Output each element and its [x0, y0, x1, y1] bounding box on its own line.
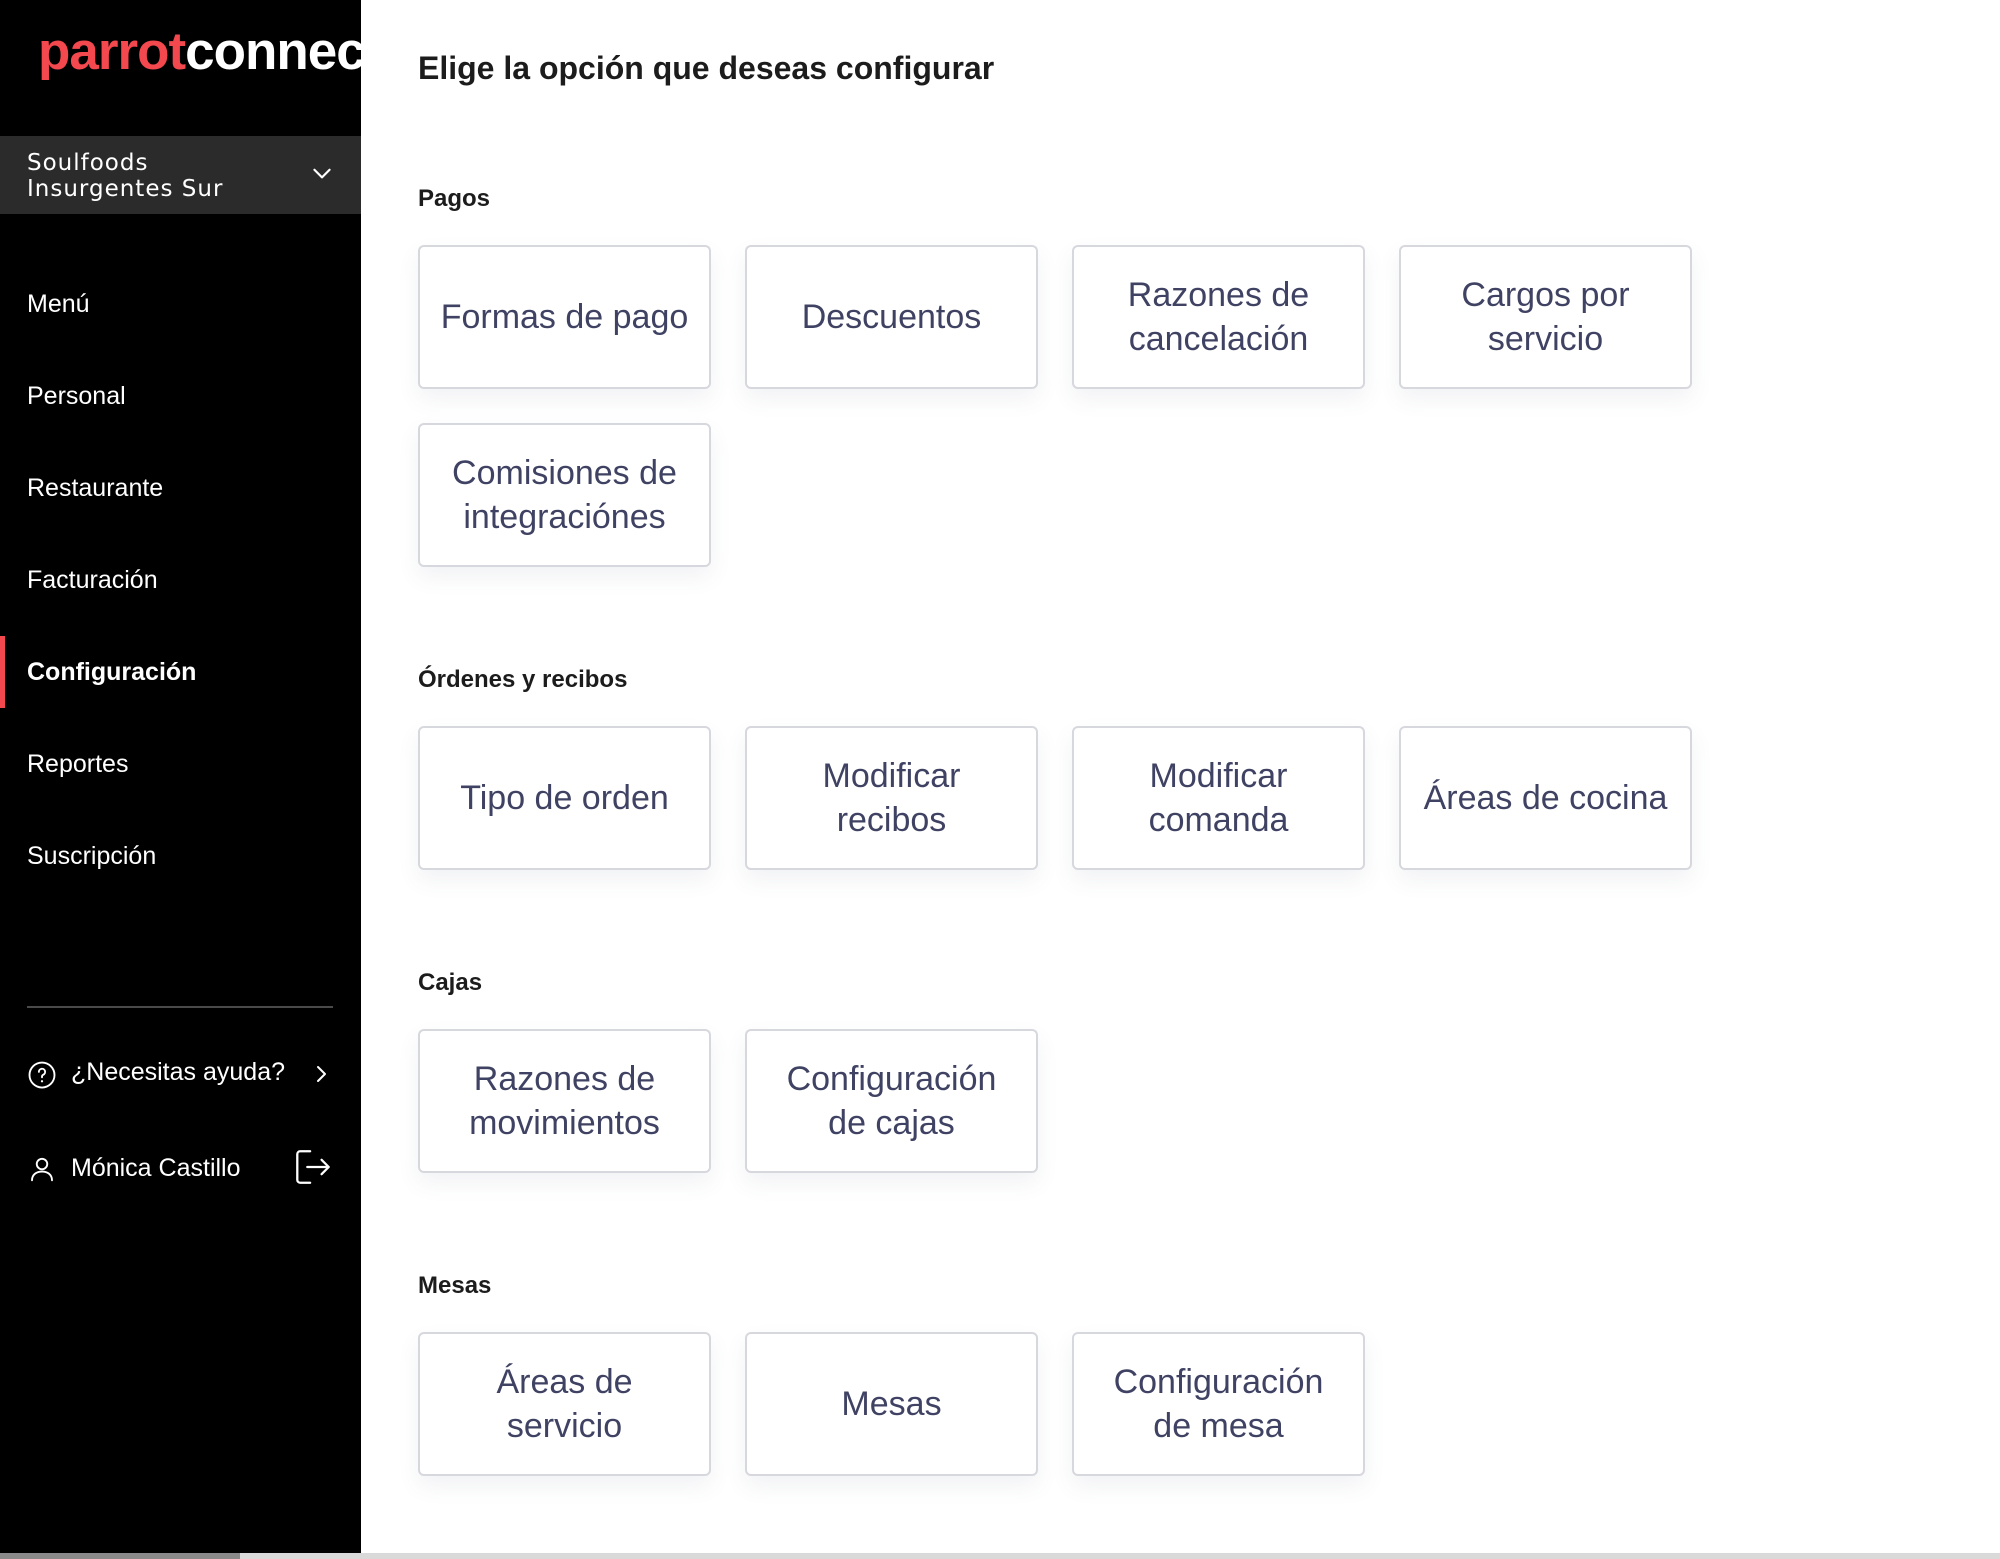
- sidebar-item-restaurante[interactable]: Restaurante: [0, 452, 361, 524]
- card-label: Configuración de cajas: [786, 1060, 997, 1142]
- card-configuracion-de-cajas[interactable]: Configuración de cajas: [745, 1029, 1038, 1173]
- card-label: Configuración de mesa: [1113, 1363, 1324, 1445]
- card-tipo-de-orden[interactable]: Tipo de orden: [418, 726, 711, 870]
- user-name: Mónica Castillo: [71, 1154, 241, 1182]
- user-icon: [31, 1157, 53, 1182]
- branch-name-line2: Insurgentes Sur: [27, 176, 224, 202]
- logout-icon[interactable]: [293, 1146, 333, 1188]
- help-link[interactable]: ¿Necesitas ayuda?: [27, 1054, 333, 1094]
- card-label: Tipo de orden: [460, 779, 669, 817]
- card-areas-de-servicio[interactable]: Áreas de servicio: [418, 1332, 711, 1476]
- chevron-down-icon: [313, 168, 331, 179]
- card-label: Cargos por servicio: [1461, 276, 1630, 358]
- sidebar-item-label: Personal: [27, 382, 126, 410]
- card-configuracion-de-mesa[interactable]: Configuración de mesa: [1072, 1332, 1365, 1476]
- section-title: Órdenes y recibos: [418, 666, 628, 693]
- chevron-right-icon: [317, 1066, 326, 1082]
- branch-name-line1: Soulfoods: [27, 150, 149, 176]
- card-label: Áreas de cocina: [1423, 779, 1668, 817]
- card-modificar-recibos[interactable]: Modificar recibos: [745, 726, 1038, 870]
- card-cargos-por-servicio[interactable]: Cargos por servicio: [1399, 245, 1692, 389]
- sidebar-item-personal[interactable]: Personal: [0, 360, 361, 432]
- logo-part-parrot: parrot: [38, 22, 186, 81]
- section-title: Mesas: [418, 1272, 492, 1299]
- section-mesas: Mesas Áreas de servicio Mesas Configurac…: [418, 1272, 1692, 1476]
- card-label: Razones de movimientos: [469, 1060, 660, 1142]
- main-content: Elige la opción que deseas configurar Pa…: [361, 0, 2000, 1559]
- parrotconnect-logo[interactable]: parrotconnect: [38, 22, 382, 82]
- card-razones-de-cancelacion[interactable]: Razones de cancelación: [1072, 245, 1365, 389]
- logo-part-connect: connect: [185, 22, 382, 81]
- card-razones-de-movimientos[interactable]: Razones de movimientos: [418, 1029, 711, 1173]
- sidebar-item-facturacion[interactable]: Facturación: [0, 544, 361, 616]
- sidebar-item-label: Suscripción: [27, 842, 157, 870]
- section-title: Cajas: [418, 969, 483, 996]
- card-label: Modificar recibos: [822, 757, 961, 839]
- page-title: Elige la opción que deseas configurar: [418, 50, 995, 86]
- card-grid: Áreas de servicio Mesas Configuración de…: [418, 1332, 1692, 1476]
- section-cajas: Cajas Razones de movimientos Configuraci…: [418, 969, 1692, 1173]
- card-descuentos[interactable]: Descuentos: [745, 245, 1038, 389]
- sidebar-nav: Menú Personal Restaurante Facturación Co…: [0, 268, 361, 912]
- section-ordenes-y-recibos: Órdenes y recibos Tipo de orden Modifica…: [418, 666, 1692, 870]
- card-label: Razones de cancelación: [1127, 276, 1310, 358]
- card-label: Formas de pago: [440, 298, 689, 336]
- card-comisiones-de-integraciones[interactable]: Comisiones de integraciónes: [418, 423, 711, 567]
- card-modificar-comanda[interactable]: Modificar comanda: [1072, 726, 1365, 870]
- section-pagos: Pagos Formas de pago Descuentos Razones …: [418, 185, 1692, 567]
- sidebar-item-label: Configuración: [27, 658, 197, 686]
- card-areas-de-cocina[interactable]: Áreas de cocina: [1399, 726, 1692, 870]
- sidebar-item-suscripcion[interactable]: Suscripción: [0, 820, 361, 892]
- sidebar-item-reportes[interactable]: Reportes: [0, 728, 361, 800]
- card-grid: Formas de pago Descuentos Razones de can…: [418, 245, 1692, 567]
- sidebar-item-label: Facturación: [27, 566, 158, 594]
- sidebar-divider: [27, 1006, 333, 1008]
- user-info: Mónica Castillo: [27, 1146, 333, 1190]
- card-label: Mesas: [841, 1385, 942, 1423]
- help-label: ¿Necesitas ayuda?: [71, 1058, 286, 1086]
- card-label: Descuentos: [801, 298, 982, 336]
- card-formas-de-pago[interactable]: Formas de pago: [418, 245, 711, 389]
- branch-selector[interactable]: Soulfoods Insurgentes Sur: [0, 136, 361, 214]
- question-circle-icon: [28, 1061, 56, 1089]
- card-label: Modificar comanda: [1148, 757, 1289, 839]
- sidebar-item-label: Restaurante: [27, 474, 164, 502]
- sidebar-item-label: Reportes: [27, 750, 129, 778]
- branch-name: Soulfoods Insurgentes Sur: [27, 150, 223, 202]
- card-label: Comisiones de integraciónes: [452, 454, 677, 536]
- sidebar-item-configuracion[interactable]: Configuración: [0, 636, 361, 708]
- card-mesas[interactable]: Mesas: [745, 1332, 1038, 1476]
- sidebar-item-label: Menú: [27, 290, 90, 318]
- sidebar-item-menu[interactable]: Menú: [0, 268, 361, 340]
- sidebar: parrotconnect Soulfoods Insurgentes Sur …: [0, 0, 382, 1559]
- horizontal-scrollbar-thumb[interactable]: [0, 1553, 240, 1559]
- card-grid: Razones de movimientos Configuración de …: [418, 1029, 1692, 1173]
- section-title: Pagos: [418, 185, 491, 212]
- card-label: Áreas de servicio: [496, 1363, 633, 1445]
- card-grid: Tipo de orden Modificar recibos Modifica…: [418, 726, 1692, 870]
- horizontal-scrollbar-track[interactable]: [0, 1553, 2000, 1559]
